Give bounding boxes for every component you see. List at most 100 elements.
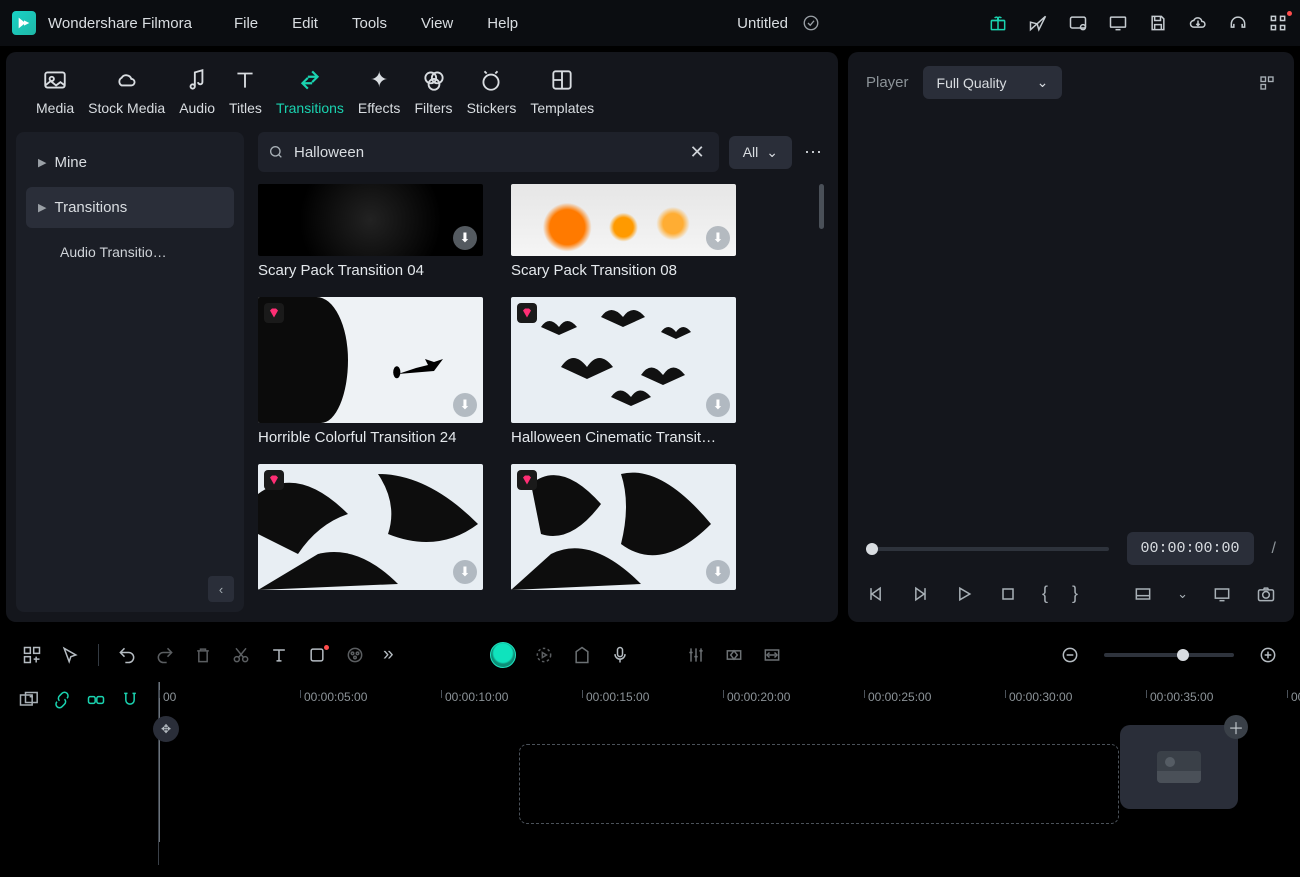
fullscreen-button[interactable] (1212, 584, 1232, 604)
tab-stock-media[interactable]: Stock Media (88, 66, 165, 116)
undo-button[interactable] (117, 645, 137, 665)
transition-card[interactable]: ⬇ (511, 464, 736, 596)
delete-button[interactable] (193, 645, 213, 665)
tab-effects[interactable]: ✦Effects (358, 66, 401, 116)
voiceover-button[interactable] (610, 645, 630, 665)
download-icon[interactable]: ⬇ (706, 560, 730, 584)
player-quality-label: Full Quality (937, 75, 1007, 91)
transition-card[interactable]: ⬇ (258, 464, 483, 596)
snapshot-button[interactable] (1256, 584, 1276, 604)
aspect-button[interactable] (1133, 584, 1153, 604)
playhead-flag-icon[interactable]: ✥ (153, 716, 179, 742)
top-actions (988, 13, 1288, 33)
tab-titles-label: Titles (229, 100, 262, 116)
select-tool-button[interactable] (60, 645, 80, 665)
sidebar-item-transitions[interactable]: ▶Transitions (26, 187, 234, 228)
chevron-down-icon[interactable]: ⌄ (1177, 586, 1188, 602)
play-button[interactable] (954, 584, 974, 604)
messages-icon[interactable] (1068, 13, 1088, 33)
scrollbar[interactable] (819, 184, 824, 229)
tab-stickers[interactable]: Stickers (467, 66, 517, 116)
keyframe-button[interactable] (724, 645, 744, 665)
zoom-out-button[interactable] (1060, 645, 1080, 665)
menu-edit[interactable]: Edit (292, 15, 318, 32)
collapse-sidebar-button[interactable]: ‹ (208, 576, 234, 602)
more-options-button[interactable]: ⋯ (802, 142, 824, 163)
tab-media[interactable]: Media (36, 66, 74, 116)
download-icon[interactable]: ⬇ (453, 560, 477, 584)
tab-templates[interactable]: Templates (530, 66, 594, 116)
transition-card[interactable]: ⬇ Scary Pack Transition 04 (258, 184, 483, 279)
color-tool-button[interactable] (345, 645, 365, 665)
transition-card[interactable]: ⬇ Horrible Colorful Transition 24 (258, 297, 483, 446)
gift-icon[interactable] (988, 13, 1008, 33)
sync-status-icon[interactable] (802, 14, 820, 32)
layout-button[interactable] (22, 645, 42, 665)
menu-file[interactable]: File (234, 15, 258, 32)
support-icon[interactable] (1228, 13, 1248, 33)
more-tools-button[interactable]: » (383, 644, 394, 666)
search-input[interactable] (294, 144, 686, 161)
menu-view[interactable]: View (421, 15, 453, 32)
ripple-button[interactable] (86, 690, 106, 857)
library-sidebar: ▶Mine ▶Transitions Audio Transitio… ‹ (16, 132, 244, 612)
transition-card[interactable]: ⬇ Halloween Cinematic Transit… (511, 297, 736, 446)
zoom-in-button[interactable] (1258, 645, 1278, 665)
audio-mixer-button[interactable] (686, 645, 706, 665)
screen-icon[interactable] (1108, 13, 1128, 33)
progress-knob[interactable] (866, 543, 878, 555)
sidebar-item-mine[interactable]: ▶Mine (26, 142, 234, 183)
tab-filters[interactable]: Filters (414, 66, 452, 116)
timeline-body: ✥ 00 00:00:05:00 00:00:10:00 00:00:15:00… (0, 682, 1300, 865)
add-media-button[interactable]: ＋ (1224, 715, 1248, 739)
prev-frame-button[interactable] (866, 584, 886, 604)
download-icon[interactable]: ⬇ (453, 226, 477, 250)
timeline-tracks[interactable]: ✥ 00 00:00:05:00 00:00:10:00 00:00:15:00… (158, 682, 1300, 865)
zoom-knob[interactable] (1177, 649, 1189, 661)
save-icon[interactable] (1148, 13, 1168, 33)
tab-audio[interactable]: Audio (179, 66, 215, 116)
fit-button[interactable] (762, 645, 782, 665)
menu-help[interactable]: Help (487, 15, 518, 32)
mark-in-button[interactable]: { (1042, 583, 1048, 604)
transition-card[interactable]: ⬇ Scary Pack Transition 08 (511, 184, 736, 279)
time-ruler[interactable]: 00 00:00:05:00 00:00:10:00 00:00:15:00 0… (159, 682, 1300, 712)
filter-dropdown[interactable]: All ⌄ (729, 136, 792, 169)
redo-button[interactable] (155, 645, 175, 665)
cloud-icon[interactable] (1188, 13, 1208, 33)
snap-button[interactable] (120, 690, 140, 857)
ai-avatar-icon[interactable] (490, 642, 516, 668)
zoom-slider[interactable] (1104, 653, 1234, 657)
download-icon[interactable]: ⬇ (706, 393, 730, 417)
tab-titles[interactable]: Titles (229, 66, 262, 116)
search-box[interactable]: ✕ (258, 132, 719, 172)
crop-tool-button[interactable] (307, 645, 327, 665)
app-title: Wondershare Filmora (48, 15, 192, 32)
apps-icon[interactable] (1268, 13, 1288, 33)
share-icon[interactable] (1028, 13, 1048, 33)
download-icon[interactable]: ⬇ (453, 393, 477, 417)
menu-tools[interactable]: Tools (352, 15, 387, 32)
text-tool-button[interactable] (269, 645, 289, 665)
transition-thumbnail: ⬇ (511, 297, 736, 423)
player-settings-icon[interactable] (1258, 74, 1276, 92)
render-button[interactable] (534, 645, 554, 665)
clear-search-button[interactable]: ✕ (686, 142, 709, 163)
sidebar-item-audio-transitions[interactable]: Audio Transitio… (26, 232, 234, 272)
download-icon[interactable]: ⬇ (706, 226, 730, 250)
link-clips-button[interactable] (52, 690, 72, 857)
tab-templates-label: Templates (530, 100, 594, 116)
cut-button[interactable] (231, 645, 251, 665)
marker-button[interactable] (572, 645, 592, 665)
add-track-button[interactable] (18, 690, 38, 857)
next-frame-button[interactable] (910, 584, 930, 604)
player-progress[interactable] (866, 547, 1109, 551)
drop-zone[interactable]: ＋ (519, 744, 1119, 824)
player-quality-dropdown[interactable]: Full Quality ⌄ (923, 66, 1063, 99)
library-content: ✕ All ⌄ ⋯ ⬇ Scary Pack Transition 04 (244, 122, 838, 622)
transition-label: Halloween Cinematic Transit… (511, 429, 736, 446)
media-placeholder[interactable]: ＋ (1120, 725, 1238, 809)
mark-out-button[interactable]: } (1072, 583, 1078, 604)
tab-transitions[interactable]: Transitions (276, 66, 344, 116)
stop-button[interactable] (998, 584, 1018, 604)
